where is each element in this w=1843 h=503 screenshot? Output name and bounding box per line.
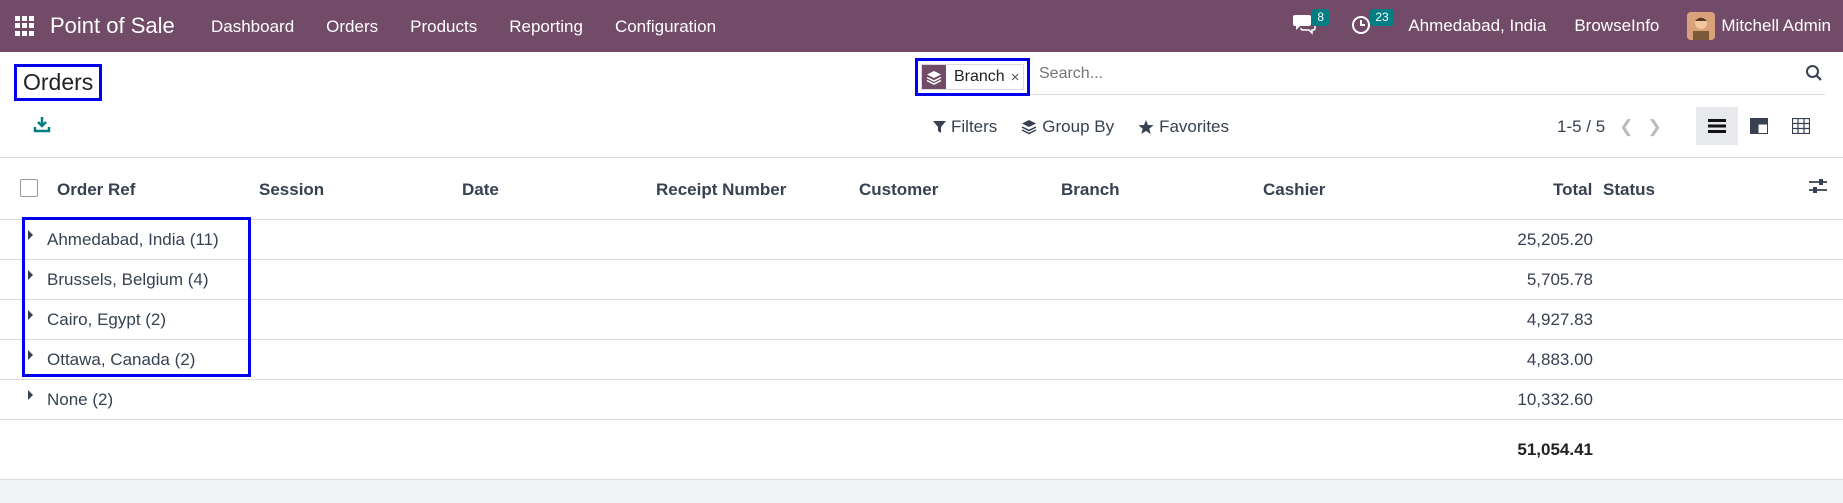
menu-reporting[interactable]: Reporting — [509, 17, 583, 37]
caret-right-icon — [28, 390, 33, 400]
caret-right-icon — [28, 270, 33, 280]
app-title[interactable]: Point of Sale — [50, 13, 175, 39]
group-row[interactable]: Cairo, Egypt (2) 4,927.83 — [0, 300, 1843, 340]
group-row[interactable]: Ahmedabad, India (11) 25,205.20 — [0, 220, 1843, 260]
group-name: Brussels, Belgium (4) — [47, 270, 209, 289]
group-total: 25,205.20 — [1517, 230, 1593, 249]
messages-badge: 8 — [1312, 9, 1330, 26]
group-total: 5,705.78 — [1526, 270, 1593, 289]
branch-switcher[interactable]: Ahmedabad, India — [1408, 16, 1546, 36]
grand-total: 51,054.41 — [1517, 440, 1593, 459]
column-total[interactable]: Total — [1553, 180, 1592, 200]
filters-label: Filters — [951, 117, 998, 136]
download-icon[interactable] — [33, 115, 51, 133]
caret-right-icon — [28, 350, 33, 360]
favorites-button[interactable]: Favorites — [1138, 117, 1229, 137]
filter-icon — [933, 121, 946, 133]
facet-label: Branch — [954, 68, 1005, 85]
chevron-left-icon[interactable]: ❮ — [1619, 117, 1633, 137]
group-name: Ottawa, Canada (2) — [47, 350, 196, 369]
main-menu: Dashboard Orders Products Reporting Conf… — [211, 17, 748, 37]
column-receipt-number[interactable]: Receipt Number — [656, 180, 786, 200]
top-navbar: Point of Sale Dashboard Orders Products … — [0, 0, 1843, 52]
group-list: Ahmedabad, India (11) 25,205.20 Brussels… — [0, 220, 1843, 420]
kanban-view-button[interactable] — [1738, 107, 1780, 145]
pager-value[interactable]: 1-5 / 5 — [1557, 117, 1605, 137]
group-row[interactable]: None (2) 10,332.60 — [0, 380, 1843, 420]
company-switcher[interactable]: BrowseInfo — [1574, 16, 1659, 36]
column-order-ref[interactable]: Order Ref — [57, 180, 135, 200]
group-by-button[interactable]: Group By — [1021, 117, 1114, 137]
list-icon — [1708, 119, 1726, 133]
search-options: Filters Group By Favorites — [933, 117, 1229, 137]
footer-band — [0, 480, 1843, 503]
menu-configuration[interactable]: Configuration — [615, 17, 716, 37]
group-by-label: Group By — [1042, 117, 1115, 136]
group-total: 4,927.83 — [1526, 310, 1593, 329]
star-icon — [1138, 120, 1154, 134]
table-icon — [1792, 118, 1810, 134]
layers-icon — [1021, 120, 1037, 135]
caret-right-icon — [28, 230, 33, 240]
optional-columns-icon[interactable] — [1809, 178, 1829, 198]
group-name: Ahmedabad, India (11) — [47, 230, 219, 249]
messages-button[interactable]: 8 — [1292, 9, 1330, 39]
group-row[interactable]: Ottawa, Canada (2) 4,883.00 — [0, 340, 1843, 380]
menu-products[interactable]: Products — [410, 17, 477, 37]
activities-button[interactable]: 23 — [1350, 9, 1394, 39]
search-input[interactable] — [1037, 64, 1661, 84]
search-bar: Branch × — [915, 58, 1825, 96]
group-row[interactable]: Brussels, Belgium (4) 5,705.78 — [0, 260, 1843, 300]
search-facet-highlight: Branch × — [915, 58, 1031, 96]
layers-icon — [922, 65, 946, 89]
group-total: 10,332.60 — [1517, 390, 1593, 409]
navbar-systray: 8 23 Ahmedabad, India BrowseInfo Mitchel… — [1292, 0, 1843, 52]
chevron-right-icon[interactable]: ❯ — [1647, 117, 1661, 137]
activities-badge: 23 — [1370, 9, 1394, 26]
select-all-checkbox[interactable] — [20, 179, 38, 197]
search-facet-branch: Branch × — [921, 64, 1025, 90]
column-session[interactable]: Session — [259, 180, 324, 200]
list-view-button[interactable] — [1696, 107, 1738, 145]
page-title[interactable]: Orders — [14, 64, 103, 101]
column-status[interactable]: Status — [1603, 180, 1655, 200]
app-grid-icon[interactable] — [15, 16, 35, 36]
group-name: Cairo, Egypt (2) — [47, 310, 167, 329]
avatar[interactable] — [1687, 12, 1716, 40]
user-menu[interactable]: Mitchell Admin — [1721, 16, 1831, 36]
group-name: None (2) — [47, 390, 114, 409]
table-header: Order Ref Session Date Receipt Number Cu… — [0, 158, 1843, 220]
favorites-label: Favorites — [1159, 117, 1230, 136]
kanban-icon — [1750, 118, 1768, 134]
caret-right-icon — [28, 310, 33, 320]
table-footer: 51,054.41 — [0, 421, 1843, 480]
pager: 1-5 / 5 ❮ ❯ — [1557, 117, 1662, 137]
view-switcher — [1696, 107, 1822, 145]
column-cashier[interactable]: Cashier — [1263, 180, 1325, 200]
pivot-view-button[interactable] — [1780, 107, 1822, 145]
search-icon[interactable] — [1805, 64, 1825, 84]
facet-remove-button[interactable]: × — [1011, 69, 1024, 86]
column-date[interactable]: Date — [462, 180, 499, 200]
menu-orders[interactable]: Orders — [326, 17, 378, 37]
group-total: 4,883.00 — [1526, 350, 1593, 369]
filters-button[interactable]: Filters — [933, 117, 997, 137]
clock-icon — [1352, 16, 1371, 34]
column-branch[interactable]: Branch — [1061, 180, 1120, 200]
menu-dashboard[interactable]: Dashboard — [211, 17, 294, 37]
column-customer[interactable]: Customer — [859, 180, 938, 200]
